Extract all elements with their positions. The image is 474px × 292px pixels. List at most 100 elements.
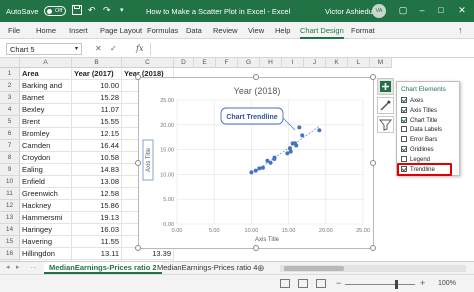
tab-file[interactable]: File [8, 26, 20, 35]
zoom-in-button[interactable]: + [420, 278, 425, 288]
header-cell[interactable]: Area [20, 68, 72, 80]
resize-handle[interactable] [370, 245, 376, 251]
table-cell[interactable]: 15.55 [72, 116, 122, 128]
table-cell[interactable]: Bexley [20, 104, 72, 116]
normal-view-icon[interactable] [280, 279, 290, 288]
chart-element-gridlines[interactable]: Gridlines [401, 146, 434, 155]
chart-styles-button[interactable] [377, 97, 394, 114]
redo-icon[interactable]: ↷ [103, 5, 111, 16]
y-axis-title[interactable]: Axis Title [146, 147, 152, 172]
data-point[interactable] [287, 146, 292, 151]
tab-home[interactable]: Home [36, 26, 56, 35]
page-layout-view-icon[interactable] [298, 279, 308, 288]
table-cell[interactable]: Brent [20, 116, 72, 128]
checkbox[interactable] [401, 116, 407, 123]
chart-elements-button[interactable] [377, 78, 394, 95]
save-icon[interactable] [72, 5, 82, 18]
row-header[interactable]: 10 [0, 176, 20, 188]
scatter-chart[interactable]: Year (2018) 0.00 5.00 10.00 15.00 20.00 25.00… [135, 74, 376, 251]
table-cell[interactable]: Hammersmi [20, 212, 72, 224]
column-header[interactable]: K [326, 58, 348, 68]
header-cell[interactable]: Year (2017) [72, 68, 122, 80]
user-name[interactable]: Victor Ashiedu [325, 7, 373, 16]
table-cell[interactable]: 19.13 [72, 212, 122, 224]
chart-element-axis-titles[interactable]: Axis Titles [401, 106, 437, 116]
chart-filters-button[interactable] [377, 116, 394, 133]
data-point[interactable] [249, 170, 254, 175]
chart-element-chart-title[interactable]: Chart Title [401, 116, 437, 126]
row-header[interactable]: 16 [0, 248, 20, 260]
customize-qat-icon[interactable]: ▾ [120, 5, 124, 16]
row-header[interactable]: 4 [0, 104, 20, 116]
column-header[interactable]: L [348, 58, 370, 68]
select-all-corner[interactable] [0, 58, 20, 68]
checkbox[interactable] [401, 126, 407, 133]
table-cell[interactable]: 11.07 [72, 104, 122, 116]
row-header[interactable]: 8 [0, 152, 20, 164]
data-point[interactable] [260, 165, 265, 170]
table-cell[interactable]: 16.03 [72, 224, 122, 236]
row-header[interactable]: 6 [0, 128, 20, 140]
avatar[interactable]: VA [372, 4, 386, 18]
name-box[interactable]: Chart 5 ▾ [6, 43, 82, 55]
checkbox[interactable] [401, 146, 407, 152]
row-header[interactable]: 12 [0, 200, 20, 212]
column-header[interactable]: H [260, 58, 282, 68]
table-cell[interactable]: Enfield [20, 176, 72, 188]
data-point[interactable] [257, 166, 262, 171]
tab-format[interactable]: Format [351, 26, 375, 35]
restore-icon[interactable]: □ [434, 3, 448, 17]
table-cell[interactable]: Camden [20, 140, 72, 152]
formula-input[interactable] [150, 43, 468, 55]
column-header[interactable]: B [72, 58, 122, 68]
chart-title[interactable]: Year (2018) [234, 86, 281, 96]
table-cell[interactable]: Ealing [20, 164, 72, 176]
sheet-tab-ratio-2[interactable]: MedianEarnings-Prices ratio 2 [44, 262, 162, 274]
name-box-dropdown-icon[interactable]: ▾ [75, 45, 78, 52]
checkbox[interactable] [401, 155, 407, 162]
table-cell[interactable]: 11.55 [72, 236, 122, 248]
row-header[interactable]: 14 [0, 224, 20, 236]
table-cell[interactable]: 15.86 [72, 200, 122, 212]
horizontal-scrollbar[interactable] [280, 265, 466, 272]
table-cell[interactable]: 16.44 [72, 140, 122, 152]
table-cell[interactable]: 10.00 [72, 80, 122, 92]
resize-handle[interactable] [135, 245, 141, 251]
column-header[interactable]: A [20, 58, 72, 68]
resize-handle[interactable] [253, 245, 259, 251]
tab-review[interactable]: Review [213, 26, 238, 35]
column-header[interactable]: D [174, 58, 194, 68]
sheet-tab-ratio-4[interactable]: MedianEarnings-Prices ratio 4 [152, 262, 262, 274]
data-point[interactable] [297, 125, 302, 130]
prev-sheet-icon[interactable]: ◂ [6, 263, 10, 271]
data-point[interactable] [300, 133, 305, 138]
more-sheets-icon[interactable]: … [30, 263, 37, 270]
tab-help[interactable]: Help [275, 26, 290, 35]
data-point[interactable] [253, 168, 258, 173]
column-header[interactable]: J [304, 58, 326, 68]
tab-view[interactable]: View [248, 26, 264, 35]
tab-data[interactable]: Data [186, 26, 202, 35]
next-sheet-icon[interactable]: ▸ [16, 263, 20, 271]
resize-handle[interactable] [135, 160, 141, 166]
add-sheet-icon[interactable]: ⊕ [257, 263, 265, 274]
table-cell[interactable]: 15.28 [72, 92, 122, 104]
table-cell[interactable]: 13.08 [72, 176, 122, 188]
autosave-toggle[interactable]: Off [44, 6, 66, 16]
table-cell[interactable]: 12.15 [72, 128, 122, 140]
data-point[interactable] [285, 151, 290, 156]
column-header[interactable]: F [216, 58, 238, 68]
table-cell[interactable]: Barnet [20, 92, 72, 104]
row-header[interactable]: 2 [0, 80, 20, 92]
resize-handle[interactable] [253, 74, 259, 80]
row-header[interactable]: 1 [0, 68, 20, 80]
table-cell[interactable]: Haringey [20, 224, 72, 236]
column-header[interactable]: I [282, 58, 304, 68]
row-header[interactable]: 11 [0, 188, 20, 200]
table-cell[interactable]: Hillingdon [20, 248, 72, 260]
resize-handle[interactable] [135, 74, 141, 80]
table-cell[interactable]: 12.58 [72, 188, 122, 200]
data-point[interactable] [268, 160, 273, 165]
zoom-out-button[interactable]: − [336, 278, 341, 288]
table-cell[interactable]: Barking and [20, 80, 72, 92]
